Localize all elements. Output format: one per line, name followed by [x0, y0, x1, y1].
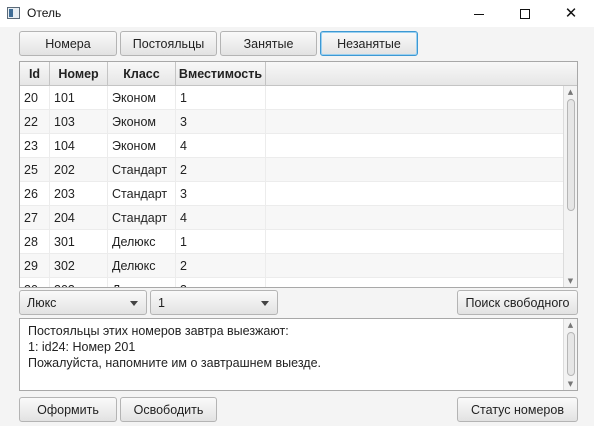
message-vertical-scrollbar[interactable]: ▲ ▼: [563, 319, 577, 390]
minimize-icon: [474, 14, 484, 15]
scroll-thumb[interactable]: [567, 99, 575, 211]
cell-capacity: 3: [176, 278, 266, 287]
table-row[interactable]: 22 103 Эконом 3: [20, 110, 565, 134]
cell-number: 101: [50, 86, 108, 110]
rooms-table[interactable]: Id Номер Класс Вместимость 20 101 Эконом…: [19, 61, 578, 288]
cell-filler: [266, 182, 565, 206]
table-header: Id Номер Класс Вместимость: [20, 62, 577, 86]
cell-capacity: 1: [176, 230, 266, 254]
capacity-select-value: 1: [158, 295, 165, 310]
table-vertical-scrollbar[interactable]: ▲ ▼: [563, 86, 577, 287]
window-title: Отель: [27, 6, 62, 20]
table-row[interactable]: 26 203 Стандарт 3: [20, 182, 565, 206]
message-line: Пожалуйста, напомните им о завтрашнем вы…: [28, 356, 322, 370]
cell-class: Делюкс: [108, 230, 176, 254]
table-row[interactable]: 25 202 Стандарт 2: [20, 158, 565, 182]
cell-number: 203: [50, 182, 108, 206]
cell-capacity: 2: [176, 254, 266, 278]
maximize-button[interactable]: [502, 0, 548, 27]
search-vacant-button[interactable]: Поиск свободного: [457, 290, 578, 315]
message-line: 1: id24: Номер 201: [28, 340, 136, 354]
tab-rooms[interactable]: Номера: [19, 31, 117, 56]
cell-number: 301: [50, 230, 108, 254]
table-row[interactable]: 23 104 Эконом 4: [20, 134, 565, 158]
column-header-id[interactable]: Id: [20, 62, 50, 85]
scroll-up-icon[interactable]: ▲: [564, 319, 577, 331]
maximize-icon: [520, 8, 530, 19]
message-textarea[interactable]: Постояльцы этих номеров завтра выезжают:…: [19, 318, 578, 391]
cell-class: Эконом: [108, 86, 176, 110]
release-button[interactable]: Освободить: [120, 397, 217, 422]
cell-id: 23: [20, 134, 50, 158]
cell-filler: [266, 278, 565, 287]
cell-class: Стандарт: [108, 182, 176, 206]
cell-id: 25: [20, 158, 50, 182]
capacity-select[interactable]: 1: [150, 290, 278, 315]
class-select[interactable]: Люкс: [19, 290, 147, 315]
close-icon: ✕: [564, 4, 578, 22]
scroll-thumb[interactable]: [567, 332, 575, 376]
table-row[interactable]: 30 303 Делюкс 3: [20, 278, 565, 287]
cell-number: 204: [50, 206, 108, 230]
message-line: Постояльцы этих номеров завтра выезжают:: [28, 324, 289, 338]
cell-filler: [266, 86, 565, 110]
scroll-down-icon[interactable]: ▼: [564, 275, 577, 287]
table-row[interactable]: 20 101 Эконом 1: [20, 86, 565, 110]
cell-filler: [266, 110, 565, 134]
cell-class: Стандарт: [108, 206, 176, 230]
app-window-icon: [7, 7, 20, 19]
scroll-up-icon[interactable]: ▲: [564, 86, 577, 98]
cell-class: Эконом: [108, 110, 176, 134]
table-body: 20 101 Эконом 1 22 103 Эконом 3 23 104 Э…: [20, 86, 565, 287]
minimize-button[interactable]: [456, 0, 502, 27]
cell-capacity: 2: [176, 158, 266, 182]
table-row[interactable]: 27 204 Стандарт 4: [20, 206, 565, 230]
cell-number: 202: [50, 158, 108, 182]
column-header-capacity[interactable]: Вместимость: [176, 62, 266, 85]
table-row[interactable]: 28 301 Делюкс 1: [20, 230, 565, 254]
cell-capacity: 4: [176, 134, 266, 158]
column-header-filler: [266, 62, 577, 85]
cell-filler: [266, 230, 565, 254]
scroll-down-icon[interactable]: ▼: [564, 378, 577, 390]
cell-number: 302: [50, 254, 108, 278]
book-button[interactable]: Оформить: [19, 397, 117, 422]
cell-class: Эконом: [108, 134, 176, 158]
table-row[interactable]: 29 302 Делюкс 2: [20, 254, 565, 278]
cell-id: 20: [20, 86, 50, 110]
class-select-value: Люкс: [27, 295, 57, 310]
cell-capacity: 4: [176, 206, 266, 230]
cell-id: 26: [20, 182, 50, 206]
cell-filler: [266, 206, 565, 230]
cell-number: 103: [50, 110, 108, 134]
cell-id: 30: [20, 278, 50, 287]
chevron-down-icon: [130, 301, 138, 306]
chevron-down-icon: [261, 301, 269, 306]
tab-vacant[interactable]: Незанятые: [320, 31, 418, 56]
cell-filler: [266, 254, 565, 278]
column-header-class[interactable]: Класс: [108, 62, 176, 85]
cell-id: 22: [20, 110, 50, 134]
cell-class: Делюкс: [108, 278, 176, 287]
column-header-number[interactable]: Номер: [50, 62, 108, 85]
cell-capacity: 3: [176, 110, 266, 134]
tab-occupied[interactable]: Занятые: [220, 31, 317, 56]
cell-filler: [266, 158, 565, 182]
cell-filler: [266, 134, 565, 158]
close-button[interactable]: ✕: [548, 0, 594, 27]
cell-number: 303: [50, 278, 108, 287]
cell-class: Стандарт: [108, 158, 176, 182]
cell-class: Делюкс: [108, 254, 176, 278]
room-status-button[interactable]: Статус номеров: [457, 397, 578, 422]
tab-guests[interactable]: Постояльцы: [120, 31, 217, 56]
cell-number: 104: [50, 134, 108, 158]
title-bar: Отель ✕: [0, 0, 594, 27]
cell-id: 28: [20, 230, 50, 254]
cell-id: 27: [20, 206, 50, 230]
cell-capacity: 1: [176, 86, 266, 110]
cell-capacity: 3: [176, 182, 266, 206]
cell-id: 29: [20, 254, 50, 278]
